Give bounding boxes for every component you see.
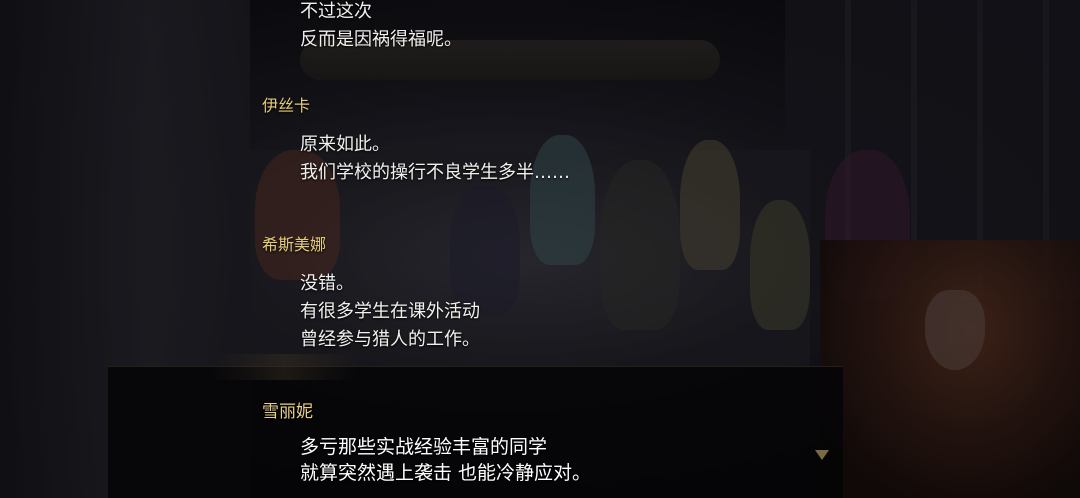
current-dialogue-line: 就算突然遇上袭击 也能冷静应对。: [300, 462, 592, 484]
backlog-line: 反而是因祸得福呢。: [300, 29, 462, 50]
backlog-speaker: 伊丝卡: [262, 96, 311, 115]
game-screen[interactable]: 不过这次 反而是因祸得福呢。 伊丝卡 原来如此。 我们学校的操行不良学生多半………: [0, 0, 1080, 498]
backlog-line: 原来如此。: [300, 134, 390, 155]
backlog-speaker: 希斯美娜: [262, 235, 327, 254]
backlog-line: 曾经参与猎人的工作。: [300, 329, 480, 350]
backlog-line: 没错。: [300, 273, 354, 294]
current-dialogue-line: 多亏那些实战经验丰富的同学: [300, 436, 548, 458]
advance-indicator-icon[interactable]: [815, 450, 829, 460]
current-speaker: 雪丽妮: [262, 402, 313, 422]
backlog-overlay[interactable]: [0, 0, 1080, 498]
backlog-line: 有很多学生在课外活动: [300, 301, 480, 322]
backlog-line: 我们学校的操行不良学生多半……: [300, 162, 570, 183]
backlog-line: 不过这次: [300, 1, 372, 22]
